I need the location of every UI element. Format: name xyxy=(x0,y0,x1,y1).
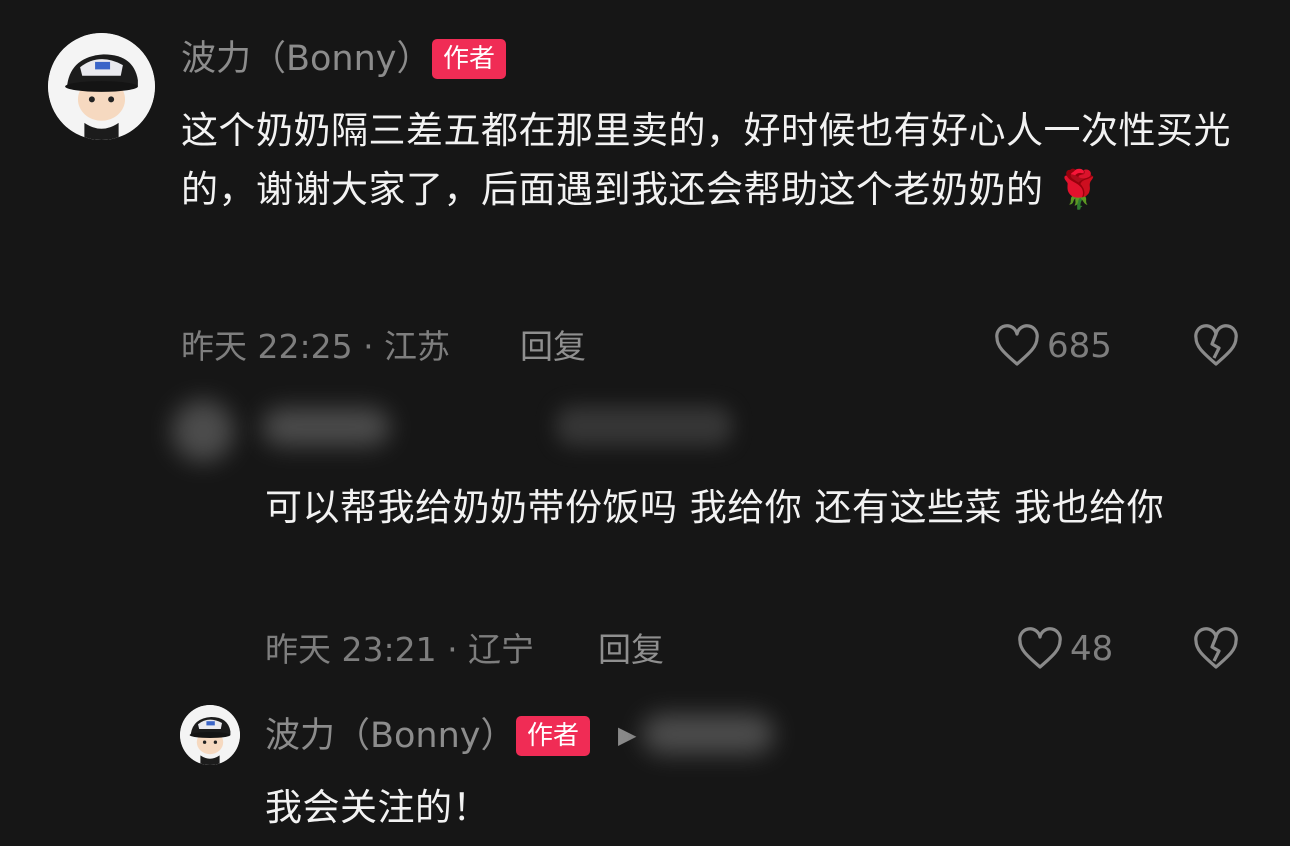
like-count: 48 xyxy=(1070,629,1114,669)
like-count: 685 xyxy=(1047,326,1112,366)
heart-outline-icon xyxy=(1018,627,1062,669)
cartoon-boy-avatar-icon xyxy=(180,705,240,765)
dislike-button[interactable] xyxy=(1192,627,1240,675)
author-avatar[interactable] xyxy=(180,705,240,765)
broken-heart-icon xyxy=(1194,324,1238,366)
reply-text: 我会关注的！ xyxy=(265,786,490,829)
dislike-button[interactable] xyxy=(1192,324,1240,372)
reply-button[interactable]: 回复 xyxy=(598,628,664,672)
comment-text: 这个奶奶隔三差五都在那里卖的，好时候也有好心人一次性买光的，谢谢大家了，后面遇到… xyxy=(181,109,1231,211)
reply-button[interactable]: 回复 xyxy=(520,325,586,369)
blurred-username[interactable] xyxy=(262,408,390,446)
broken-heart-icon xyxy=(1194,627,1238,669)
author-badge: 作者 xyxy=(516,716,591,756)
like-button[interactable]: 48 xyxy=(1016,627,1113,671)
author-name[interactable]: 波力（Bonny） xyxy=(265,713,516,759)
blurred-reply-target xyxy=(556,406,732,446)
author-badge: 作者 xyxy=(432,39,507,79)
blurred-avatar[interactable] xyxy=(172,400,234,462)
reply-text: 可以帮我给奶奶带份饭吗 我给你 还有这些菜 我也给你 xyxy=(265,486,1165,529)
comment-meta: 昨天 22:25 · 江苏 xyxy=(181,327,451,366)
like-button[interactable]: 685 xyxy=(993,324,1112,368)
reply-to-arrow-icon: ▶ xyxy=(618,721,637,749)
blurred-reply-target[interactable] xyxy=(642,714,774,754)
author-avatar[interactable] xyxy=(48,33,155,140)
heart-outline-icon xyxy=(995,324,1039,366)
cartoon-boy-avatar-icon xyxy=(48,33,155,140)
author-name[interactable]: 波力（Bonny） xyxy=(181,36,432,82)
reply-meta: 昨天 23:21 · 辽宁 xyxy=(265,630,535,669)
